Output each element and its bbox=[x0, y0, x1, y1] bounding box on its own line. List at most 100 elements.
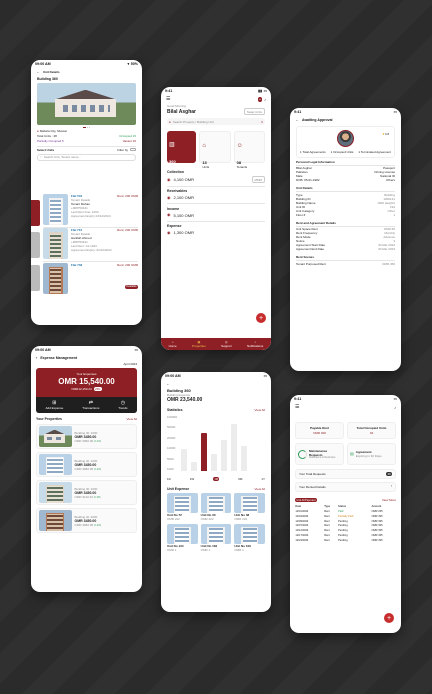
stat-card-building[interactable]: ▥ 360 Building bbox=[167, 131, 197, 168]
tenants-icon: ☺ bbox=[236, 143, 243, 149]
collection-section[interactable]: Collection ◉ 4,100 OMR MMM bbox=[167, 170, 265, 183]
period-tab[interactable]: 1Y bbox=[261, 477, 265, 481]
income-value: 5,100 OMR bbox=[173, 212, 194, 218]
period-tab-active[interactable]: 1M bbox=[213, 477, 220, 482]
status-bar: 09:00 AM ▭ bbox=[161, 372, 271, 380]
side-filter-tab-2[interactable] bbox=[31, 232, 40, 258]
chart-bar bbox=[241, 446, 248, 471]
unit-expense-card[interactable]: Unit No 30 OMR 222 bbox=[200, 493, 232, 521]
view-more-link[interactable]: View More bbox=[382, 498, 396, 502]
filter-dropdown[interactable] bbox=[130, 148, 136, 152]
stat-card-units[interactable]: ⌂ 13 Units bbox=[199, 131, 231, 169]
view-all-link[interactable]: View All bbox=[255, 487, 265, 491]
field-value: 30 Mar 2023 bbox=[378, 247, 395, 252]
stat-label: Units bbox=[202, 165, 210, 169]
property-photo bbox=[38, 482, 72, 504]
battery-icon: ▭ bbox=[393, 397, 397, 401]
filter-icon[interactable]: ≡ bbox=[261, 120, 263, 124]
tab-support[interactable]: ◎ Support bbox=[221, 340, 232, 349]
property-item[interactable]: Building ID: 1000 OMR 3450.00 OMR 3110.23 … bbox=[36, 480, 137, 506]
unit-expense-card[interactable]: Unit No 109 OMR 1 bbox=[234, 524, 265, 552]
menu-icon[interactable]: ☰ bbox=[295, 405, 299, 410]
receivables-section[interactable]: Receivables ◉ 2,100 OMR bbox=[167, 189, 265, 200]
status-bar: 09:00 AM ▭ bbox=[31, 346, 142, 354]
transactions-button[interactable]: ⇄ Transactions bbox=[82, 400, 99, 410]
occupied-units-card[interactable]: Total Occupied Units 04 bbox=[347, 422, 396, 439]
add-fab-button[interactable]: + bbox=[384, 613, 394, 623]
expense-section[interactable]: Expense ◉ 1,300 OMR bbox=[167, 224, 265, 235]
property-item[interactable]: Building ID: 1000 OMR 3450.00 OMR 3960.00 … bbox=[36, 452, 137, 478]
info-dob: DOB: 05-01-1982 bbox=[296, 178, 320, 183]
trends-button[interactable]: ◷ Trends bbox=[118, 400, 127, 410]
property-item[interactable]: Building ID: 2000 OMR 3450.00 OMR 3960.00 … bbox=[36, 508, 137, 534]
rented-details-row[interactable]: Your Rented Details › bbox=[295, 482, 396, 493]
back-arrow-icon[interactable]: ← bbox=[295, 118, 299, 122]
phone-building-statistics: 09:00 AM ▭ ← Building 360 Building Expens… bbox=[161, 372, 271, 612]
field-label: Tenant Purposed Rent bbox=[296, 261, 326, 266]
table-row[interactable]: 12/23/2024 Rent Pending OMR 335 bbox=[295, 538, 396, 543]
unit-rent: Rent: 200 OMR bbox=[117, 262, 138, 267]
units-icon: ⌂ bbox=[202, 143, 206, 149]
chart-bar bbox=[221, 440, 228, 471]
header: ← Awaiting Approval bbox=[290, 116, 401, 124]
carousel-dots bbox=[37, 126, 136, 128]
unit-expense: OMR 222 bbox=[167, 517, 180, 522]
payable-rent-card[interactable]: Payable Rent OMR 000 bbox=[295, 422, 344, 439]
card-label: Total Occupied Units bbox=[356, 426, 387, 430]
y-tick-label: 10000 bbox=[167, 446, 176, 451]
unit-expense-card[interactable]: Unit No 184 OMR 1 bbox=[200, 524, 232, 552]
unit-expense-card[interactable]: Unit No 72 OMR 222 bbox=[167, 493, 198, 521]
back-arrow-icon[interactable]: ← bbox=[36, 70, 40, 74]
view-all-link[interactable]: View All bbox=[255, 408, 265, 412]
receivables-value: 2,100 OMR bbox=[173, 195, 194, 201]
menu-icon[interactable]: ☰ bbox=[166, 97, 170, 102]
add-expense-button[interactable]: ⊞ Add Expense bbox=[45, 400, 63, 410]
month-selector[interactable]: April 2023 bbox=[31, 362, 142, 366]
notification-count-badge[interactable]: ● bbox=[257, 97, 262, 102]
side-filter-tab-3[interactable] bbox=[31, 265, 40, 291]
bell-icon[interactable]: ♪ bbox=[264, 97, 266, 102]
section-title: Income bbox=[167, 206, 180, 211]
back-arrow-icon[interactable]: ← bbox=[166, 382, 170, 386]
search-input[interactable]: ○ Search Unit, Tenant name... bbox=[37, 153, 136, 161]
unit-expense-card[interactable]: Unit No 38 OMR 222 bbox=[234, 493, 265, 521]
rent-details-list: Unit Space Rent OMR 50 Rent Frequency Mont… bbox=[296, 227, 395, 251]
back-arrow-icon[interactable]: ‹ bbox=[36, 356, 37, 360]
unit-expense-card[interactable]: Unit No 134 OMR 1 bbox=[167, 524, 198, 552]
stat-card-tenants[interactable]: ☺ 08 Tenants bbox=[233, 131, 265, 169]
unit-photo bbox=[43, 262, 68, 294]
tab-notifications[interactable]: ♪ Notifications bbox=[247, 340, 263, 349]
unit-expense-grid: Unit No 72 OMR 222 Unit No 30 OMR 222 Unit… bbox=[167, 493, 265, 552]
chart-bar bbox=[191, 462, 198, 471]
income-section[interactable]: Income ◉ 5,100 OMR bbox=[167, 207, 265, 218]
swap-units-button[interactable]: Swap Units bbox=[243, 108, 265, 115]
unit-photo bbox=[43, 228, 68, 260]
period-selector[interactable]: MMM bbox=[251, 176, 265, 183]
tab-label: Properties bbox=[192, 344, 206, 349]
total-requests-row[interactable]: Your Total Requests 08 bbox=[295, 469, 396, 480]
search-input[interactable]: ● Search Property / Building Unit ≡ bbox=[167, 118, 265, 125]
add-fab-button[interactable]: + bbox=[256, 313, 266, 323]
unit-card[interactable]: Flat 733 Rent: 200 OMR Available bbox=[43, 262, 138, 295]
unit-card[interactable]: Flat 715 Rent: 200 OMR Tenant Details Han… bbox=[43, 228, 138, 260]
tab-properties[interactable]: ▦ Properties bbox=[192, 340, 206, 349]
view-all-link[interactable]: View All bbox=[127, 417, 137, 421]
property-previous: OMR 3960.00 bbox=[74, 466, 94, 471]
period-tab[interactable]: 6M bbox=[238, 477, 242, 481]
section-title: Your Properties bbox=[36, 417, 62, 422]
side-filter-tab[interactable] bbox=[31, 200, 40, 226]
period-tab[interactable]: 1W bbox=[190, 477, 195, 481]
battery-icon: ▭ bbox=[263, 374, 267, 378]
unit-photo bbox=[234, 493, 265, 514]
expense-summary-card: Your Expenses OMR 15,540.00 OMR12,150.24… bbox=[36, 368, 137, 414]
period-tab[interactable]: 1D bbox=[167, 477, 171, 481]
bell-icon[interactable]: ♪ bbox=[394, 405, 396, 410]
maintenance-requests-card[interactable]: Maintenance Requests Notifications & Remi… bbox=[295, 443, 344, 465]
tab-home[interactable]: ⌂ Home bbox=[169, 340, 177, 349]
unit-card[interactable]: Flat 504 Rent: 200 OMR Tenant Details Ten… bbox=[43, 194, 138, 226]
property-item[interactable]: Building ID: 1000 OMR 3450.00 OMR 3960.00 … bbox=[36, 424, 137, 450]
property-change: 3.1% bbox=[93, 494, 101, 499]
agreement-card[interactable]: ▤ Agreement Expiring in 30 Days bbox=[347, 443, 396, 465]
payment-tab[interactable]: Unit All Payment bbox=[295, 498, 317, 503]
total-agreements: 1 Total Agreements bbox=[300, 150, 326, 154]
